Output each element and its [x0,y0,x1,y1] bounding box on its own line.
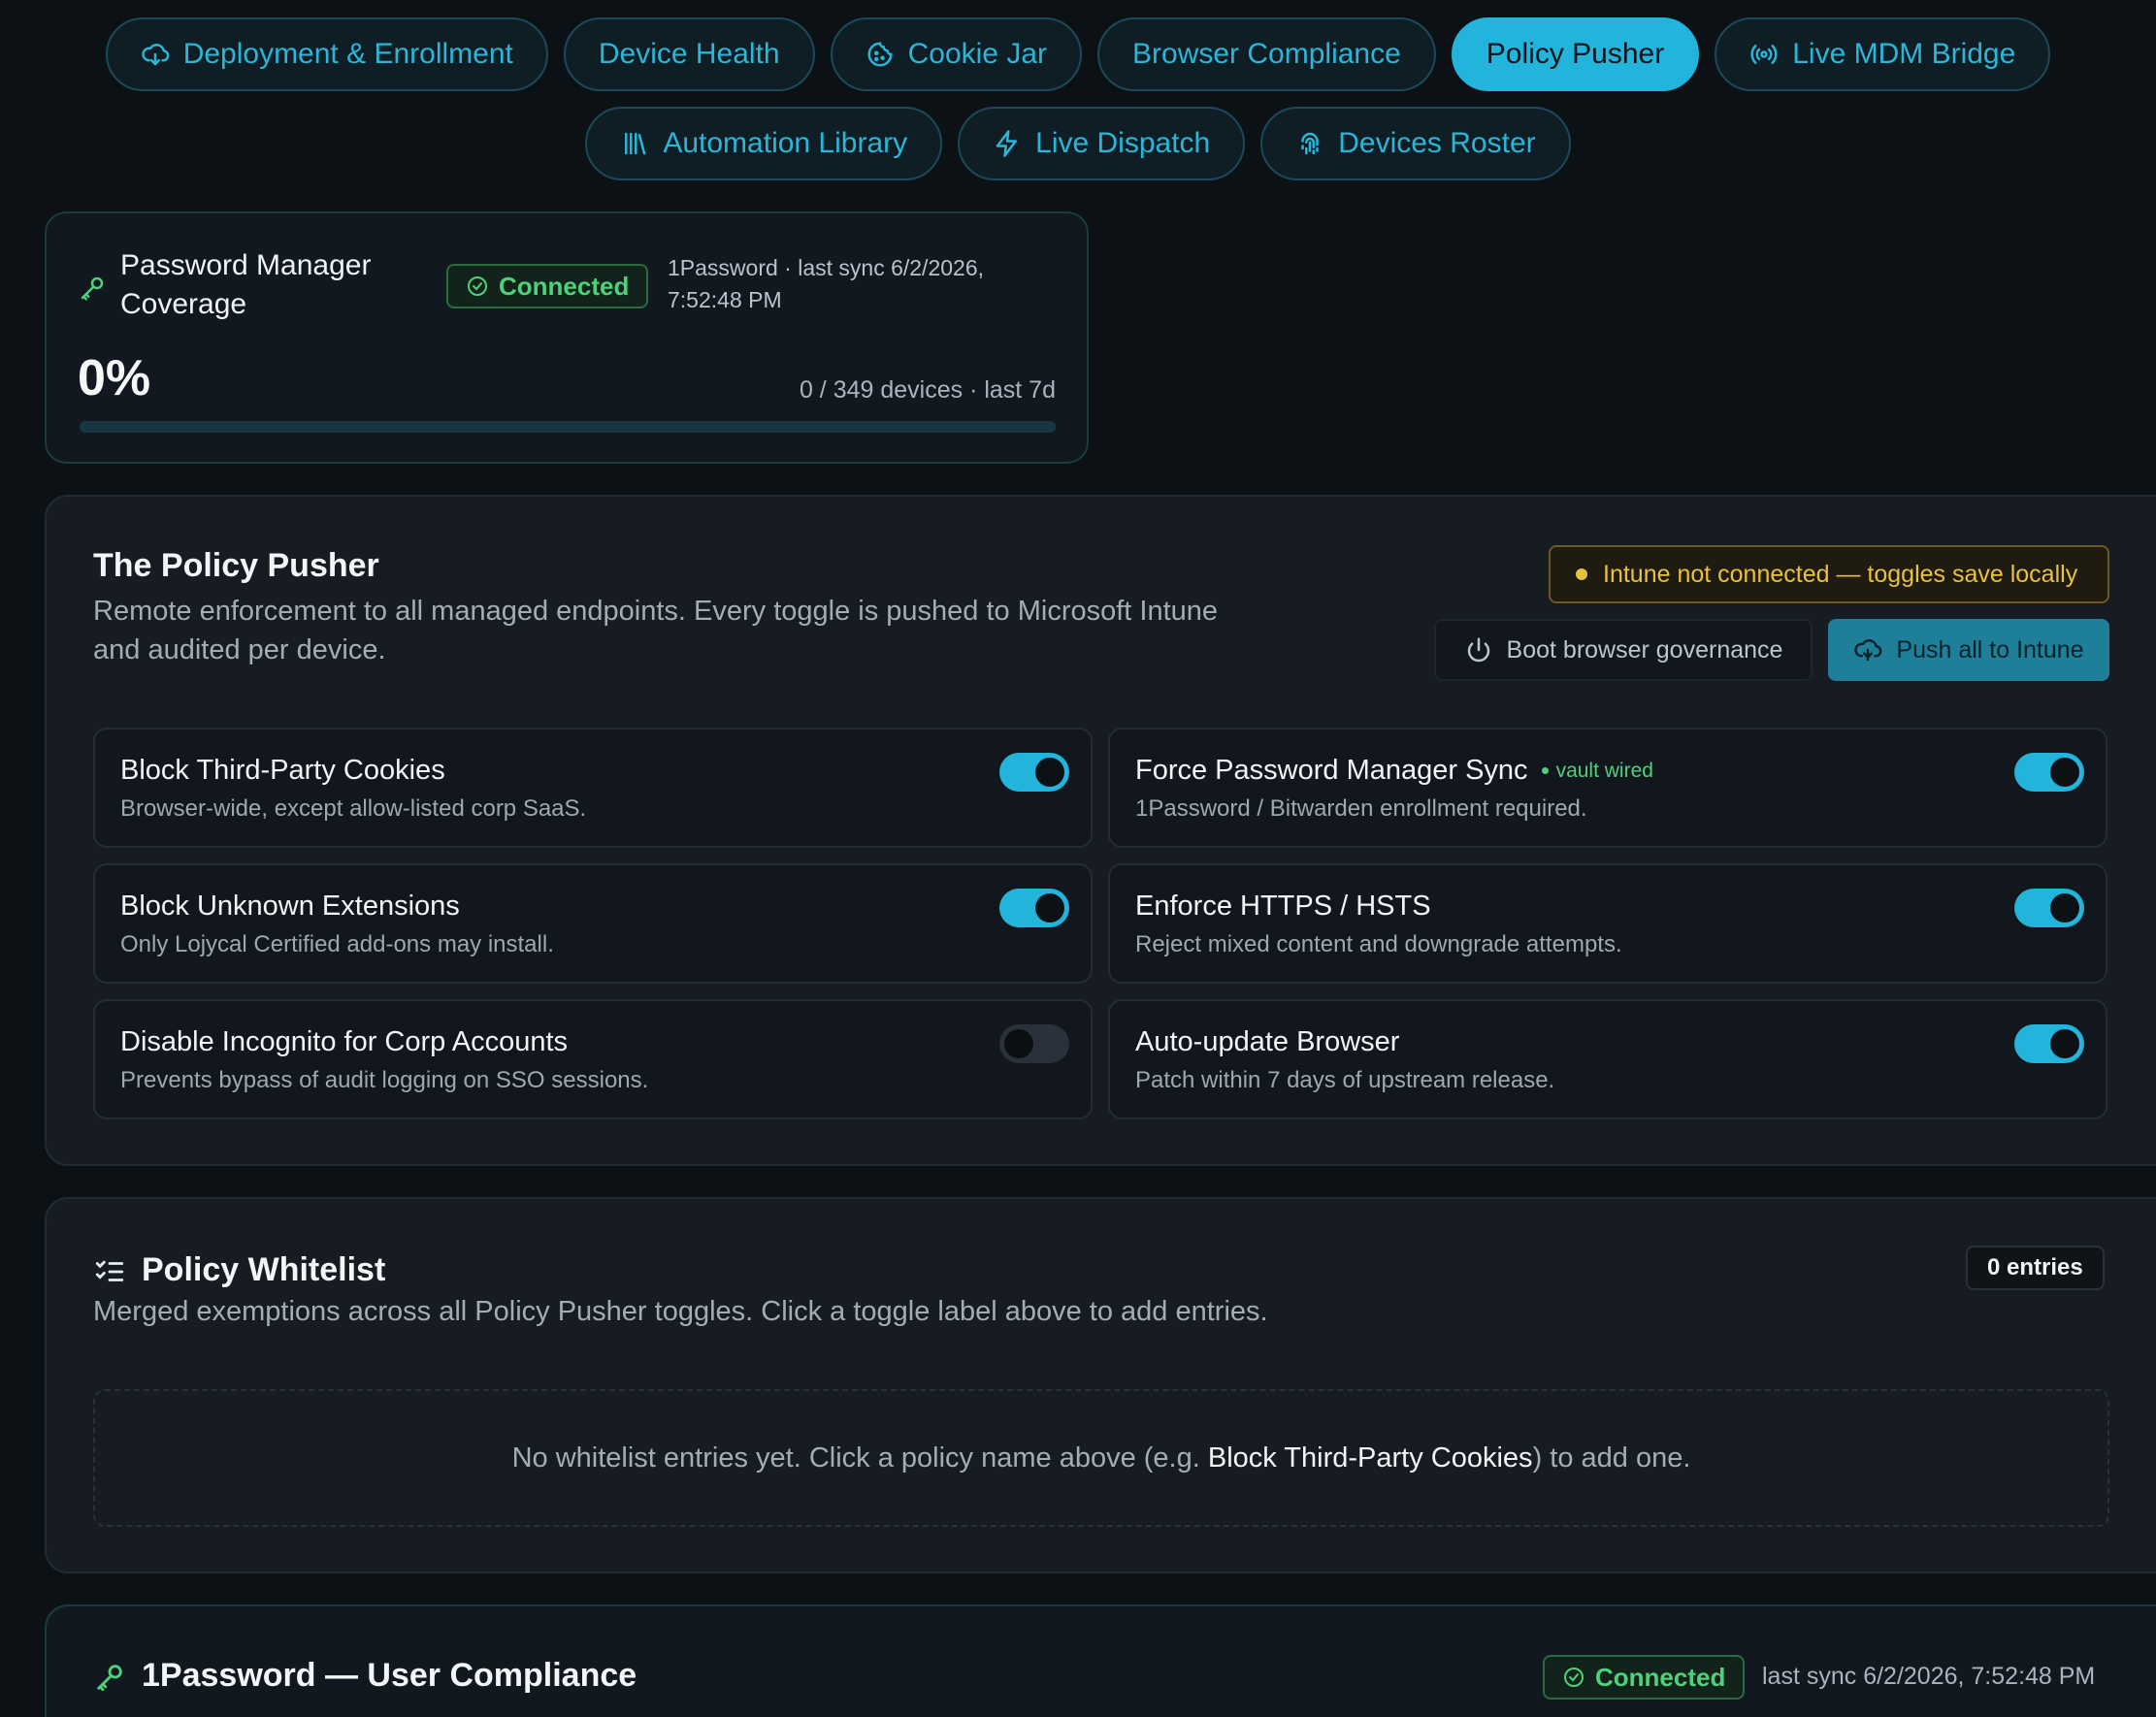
policy-card-block-third-party-cookies: Block Third-Party Cookies Browser-wide, … [93,728,1093,848]
checklist-icon [95,1260,124,1281]
policy-label[interactable]: Auto-update Browser [1135,1026,1399,1058]
empty-text-example-link[interactable]: Block Third-Party Cookies [1208,1442,1533,1474]
push-all-to-intune-button[interactable]: Push all to Intune [1828,619,2109,681]
tag-text: vault wired [1555,759,1653,782]
toggle-switch[interactable] [2014,753,2084,792]
onepassword-sync-text: last sync 6/2/2026, 7:52:48 PM [1762,1663,2096,1690]
toggle-knob [2050,893,2079,923]
status-dot-icon [1541,767,1549,774]
onepassword-compliance-card: 1Password — User Compliance Connected la… [45,1604,2156,1717]
coverage-title: Password Manager Coverage [120,249,372,320]
connected-badge: Connected [1543,1655,1746,1700]
library-icon [625,132,646,155]
toggle-switch[interactable] [999,753,1069,792]
cookie-icon [867,42,893,67]
policy-label[interactable]: Force Password Manager Sync [1135,755,1528,787]
vault-wired-tag: vault wired [1541,759,1653,783]
status-label: Connected [1595,1662,1726,1692]
policy-description: Only Lojycal Certified add-ons may insta… [120,931,554,957]
whitelist-title: Policy Whitelist [142,1251,386,1288]
intune-warning-badge: Intune not connected — toggles save loca… [1549,545,2109,603]
coverage-device-count: 0 / 349 devices · last 7d [799,376,1056,404]
toggle-knob [2050,1029,2079,1058]
toggle-switch[interactable] [999,1024,1069,1063]
check-circle-icon [1564,1668,1584,1687]
toggle-knob [1035,758,1064,787]
cloud-upload-icon [1854,639,1882,662]
policy-label[interactable]: Block Third-Party Cookies [120,755,445,787]
warning-text: Intune not connected — toggles save loca… [1603,560,2078,588]
broadcast-icon [1750,45,1778,64]
tab-devices-roster[interactable]: Devices Roster [1260,107,1571,180]
tab-label: Device Health [598,38,780,70]
policy-label[interactable]: Disable Incognito for Corp Accounts [120,1026,568,1058]
tab-live-mdm-bridge[interactable]: Live MDM Bridge [1715,17,2051,91]
policy-description: Patch within 7 days of upstream release. [1135,1067,1555,1093]
coverage-sync-text: 1Password · last sync 6/2/2026, 7:52:48 … [668,255,984,312]
policy-pusher-description: Remote enforcement to all managed endpoi… [93,596,1219,665]
tab-label: Browser Compliance [1132,38,1401,70]
fingerprint-icon [1301,132,1319,155]
policy-description: Prevents bypass of audit logging on SSO … [120,1067,649,1093]
tab-deployment-enrollment[interactable]: Deployment & Enrollment [105,17,548,91]
toggle-knob [2050,758,2079,787]
nav-tabs-row-1: Deployment & Enrollment Device Health Co… [0,17,2156,91]
tab-label: Policy Pusher [1486,38,1665,70]
coverage-progress-bar [80,421,1056,433]
toggle-switch[interactable] [999,889,1069,927]
tab-label: Live Dispatch [1035,127,1211,159]
whitelist-description: Merged exemptions across all Policy Push… [93,1296,1268,1327]
key-icon [81,276,104,301]
policy-pusher-panel: The Policy Pusher Remote enforcement to … [45,495,2156,1166]
key-icon [97,1665,122,1692]
policy-card-force-password-manager-sync: Force Password Manager Sync vault wired … [1108,728,2107,848]
toggle-knob [1035,893,1064,923]
tab-device-health[interactable]: Device Health [563,17,815,91]
toggle-knob [1004,1029,1033,1058]
warning-dot-icon [1576,568,1587,580]
empty-text-suffix: ) to add one. [1532,1442,1691,1474]
connected-badge: Connected [446,264,649,308]
tab-browser-compliance[interactable]: Browser Compliance [1097,17,1436,91]
tab-cookie-jar[interactable]: Cookie Jar [830,17,1083,91]
policy-label[interactable]: Block Unknown Extensions [120,891,460,923]
tab-live-dispatch[interactable]: Live Dispatch [958,107,1246,180]
tab-label: Deployment & Enrollment [182,38,513,70]
power-icon [1467,637,1489,663]
entries-count-badge: 0 entries [1966,1246,2105,1290]
tab-label: Automation Library [663,127,908,159]
tab-policy-pusher[interactable]: Policy Pusher [1451,17,1700,91]
button-label: Push all to Intune [1896,635,2084,664]
policy-pusher-title: The Policy Pusher [93,547,379,584]
tab-automation-library[interactable]: Automation Library [585,107,943,180]
policy-description: 1Password / Bitwarden enrollment require… [1135,795,1587,822]
tab-label: Live MDM Bridge [1792,38,2016,70]
cloud-download-icon [141,44,170,66]
button-label: Boot browser governance [1506,635,1783,664]
lightning-icon [996,130,1018,157]
policy-label[interactable]: Enforce HTTPS / HSTS [1135,891,1431,923]
policy-card-disable-incognito: Disable Incognito for Corp Accounts Prev… [93,999,1093,1119]
toggle-switch[interactable] [2014,889,2084,927]
tab-label: Cookie Jar [907,38,1048,70]
status-label: Connected [499,271,630,301]
coverage-percent: 0% [78,350,151,406]
policy-card-auto-update-browser: Auto-update Browser Patch within 7 days … [1108,999,2107,1119]
onepassword-title: 1Password — User Compliance [142,1657,637,1694]
empty-text-prefix: No whitelist entries yet. Click a policy… [511,1442,1208,1474]
boot-browser-governance-button[interactable]: Boot browser governance [1434,619,1813,681]
nav-tabs-row-2: Automation Library Live Dispatch Devices… [0,107,2156,180]
policy-description: Browser-wide, except allow-listed corp S… [120,795,587,822]
whitelist-empty-state: No whitelist entries yet. Click a policy… [93,1389,2109,1527]
toggle-switch[interactable] [2014,1024,2084,1063]
password-manager-coverage-card: Password Manager Coverage Connected 1Pas… [45,211,1089,464]
tab-label: Devices Roster [1338,127,1536,159]
policy-card-enforce-https-hsts: Enforce HTTPS / HSTS Reject mixed conten… [1108,863,2107,984]
policy-card-block-unknown-extensions: Block Unknown Extensions Only Lojycal Ce… [93,863,1093,984]
policy-description: Reject mixed content and downgrade attem… [1135,931,1622,957]
check-circle-icon [468,276,487,296]
policy-whitelist-panel: Policy Whitelist Merged exemptions acros… [45,1197,2156,1573]
